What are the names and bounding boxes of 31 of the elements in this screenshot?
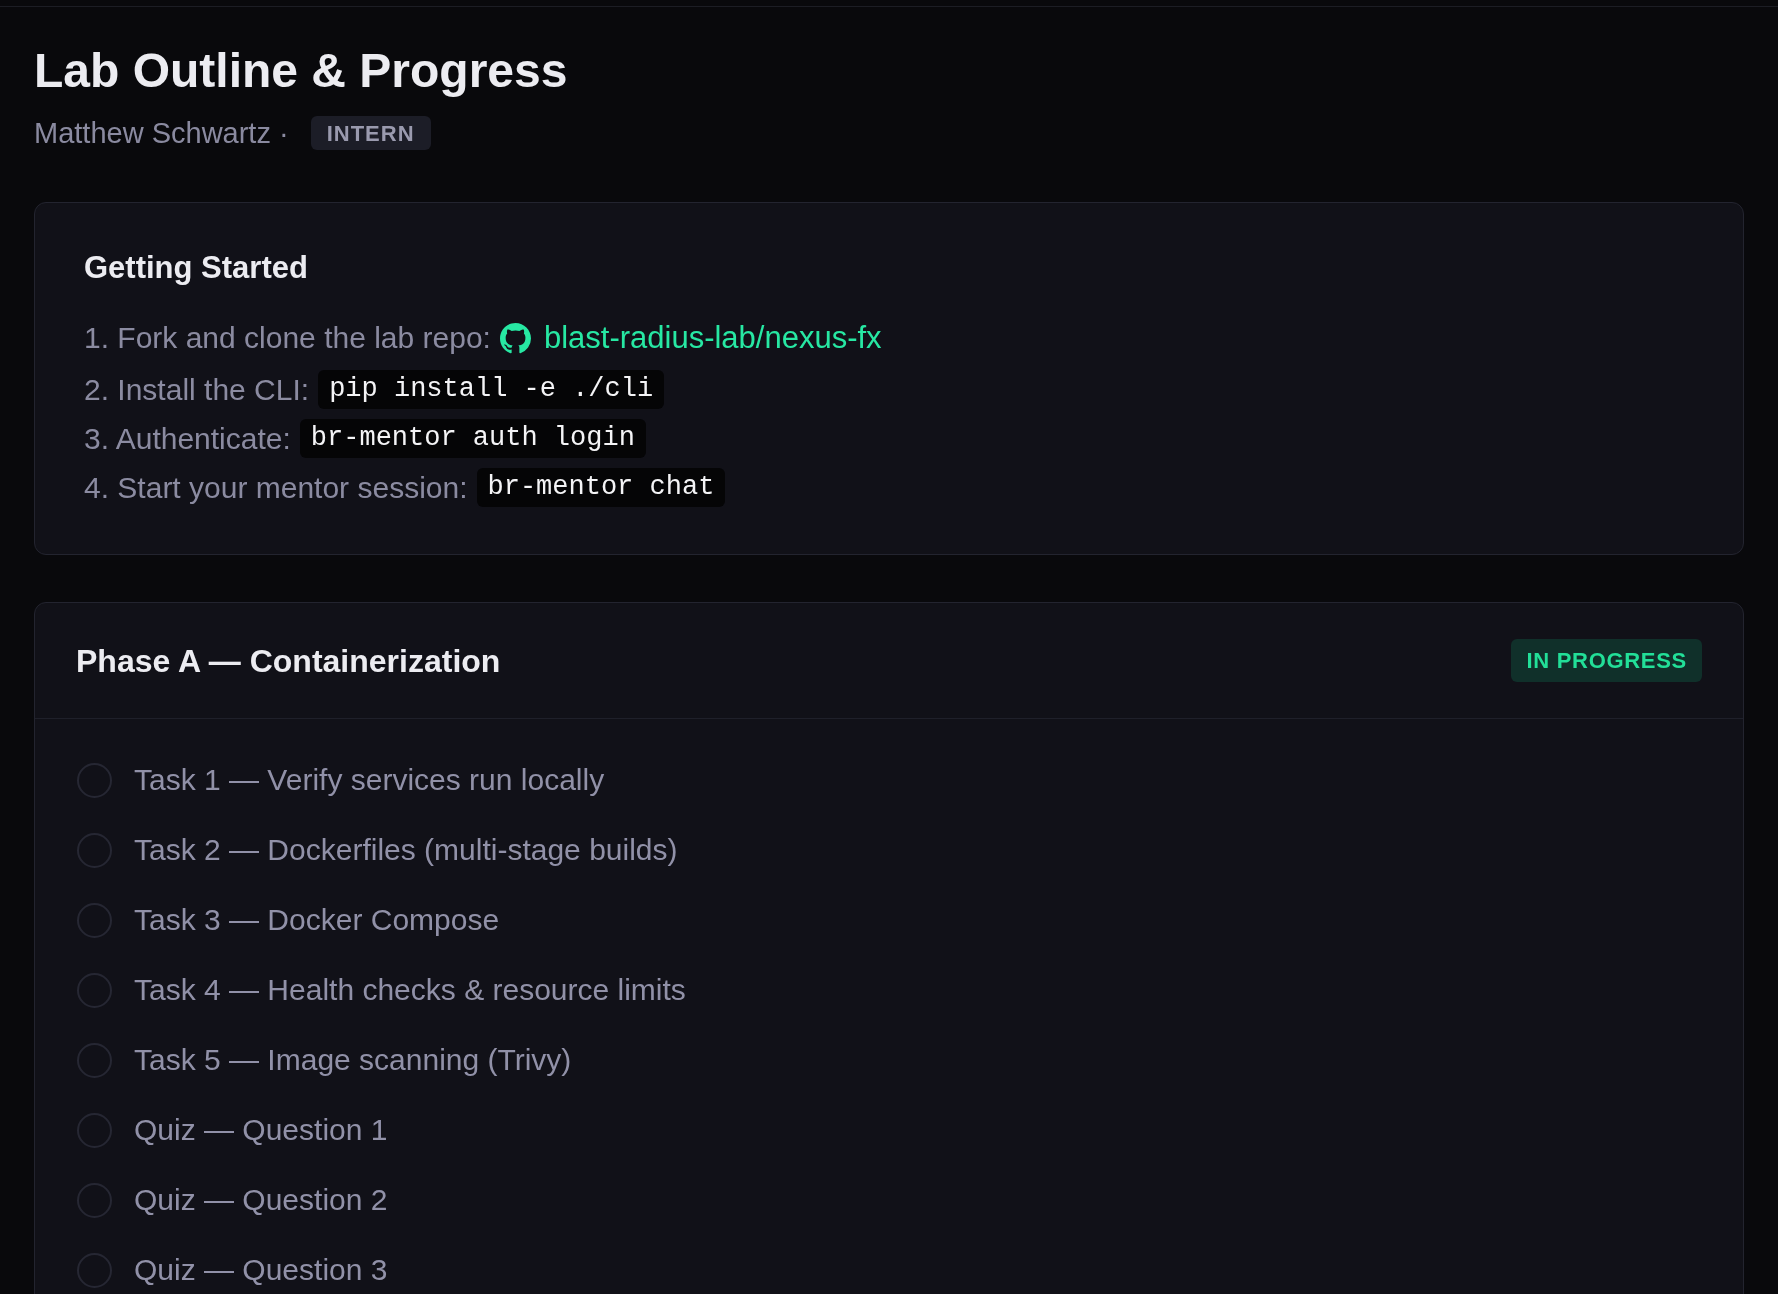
code-snippet: br-mentor chat — [476, 468, 726, 507]
author-name: Matthew Schwartz · — [34, 116, 289, 150]
task-checkbox[interactable] — [77, 902, 112, 938]
step-text: 2. Install the CLI: — [84, 371, 310, 408]
step-text: 4. Start your mentor session: — [84, 469, 468, 506]
task-checkbox[interactable] — [77, 972, 112, 1008]
code-snippet: pip install -e ./cli — [318, 370, 665, 409]
role-badge: INTERN — [310, 116, 431, 150]
task-checkbox[interactable] — [77, 762, 112, 798]
github-icon — [499, 322, 531, 354]
task-label: Task 2 — Dockerfiles (multi-stage builds) — [134, 832, 678, 868]
task-label: Task 5 — Image scanning (Trivy) — [134, 1042, 572, 1078]
step-text: 1. Fork and clone the lab repo: — [84, 320, 491, 356]
repo-link[interactable]: blast-radius-lab/nexus-fx — [499, 320, 882, 356]
status-badge: IN PROGRESS — [1511, 639, 1702, 682]
task-checkbox[interactable] — [77, 1042, 112, 1078]
task-label: Task 1 — Verify services run locally — [134, 762, 605, 798]
page-title: Lab Outline & Progress — [34, 43, 568, 99]
task-label: Quiz — Question 1 — [134, 1112, 388, 1148]
task-label: Quiz — Question 2 — [134, 1182, 388, 1218]
code-snippet: br-mentor auth login — [299, 419, 646, 458]
step-text: 3. Authenticate: — [84, 420, 291, 457]
card-title: Getting Started — [84, 249, 308, 287]
phase-title: Phase A — Containerization — [76, 641, 501, 681]
task-checkbox[interactable] — [77, 1182, 112, 1218]
task-checkbox[interactable] — [77, 1112, 112, 1148]
task-checkbox[interactable] — [77, 832, 112, 868]
task-label: Quiz — Question 3 — [134, 1252, 388, 1288]
task-checkbox[interactable] — [77, 1252, 112, 1288]
task-label: Task 4 — Health checks & resource limits — [134, 972, 686, 1008]
task-label: Task 3 — Docker Compose — [134, 902, 500, 938]
